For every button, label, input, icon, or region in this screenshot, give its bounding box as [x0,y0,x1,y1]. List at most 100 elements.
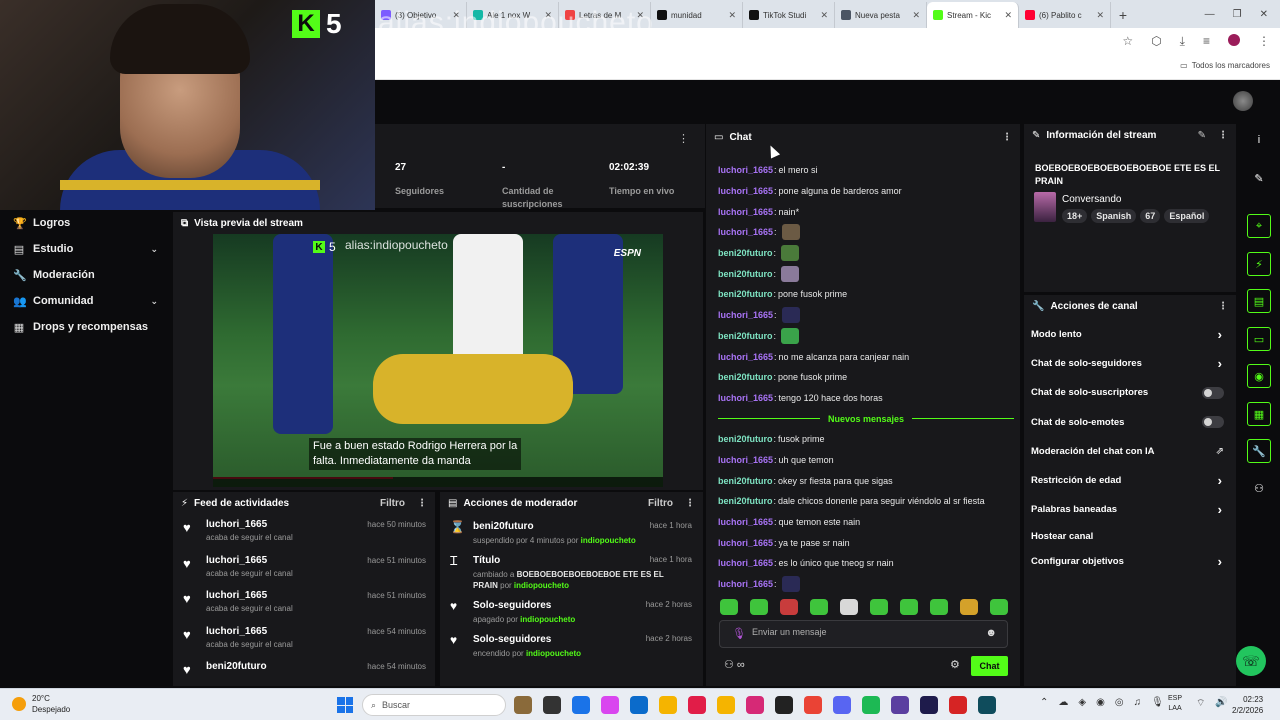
quick-emote-icon[interactable] [930,599,948,615]
quick-emote-icon[interactable] [870,599,888,615]
taskbar-app-icon[interactable] [891,696,909,714]
user-avatar[interactable] [1233,91,1253,111]
bolt-icon[interactable]: ⚡ [1247,252,1271,276]
browser-tab[interactable]: (6) Pablito c ✕ [1019,2,1111,28]
quick-emote-icon[interactable] [900,599,918,615]
mod-action-item[interactable]: ⌛ beni20futuro hace 1 hora suspendido por 4… [440,518,703,546]
help-chat-button[interactable]: ☏ [1236,646,1266,676]
feed-filter-button[interactable]: Filtro [380,498,405,509]
sidebar-item[interactable]: 👥 Comunidad ⌄ [0,288,170,314]
taskbar-app-icon[interactable] [804,696,822,714]
all-bookmarks-button[interactable]: ▭ Todos los marcadores [1180,61,1270,70]
taskbar-app-icon[interactable] [746,696,764,714]
chat-username[interactable]: luchori_1665 [718,310,773,320]
mod-action-moderator[interactable]: indiopoucheto [514,581,569,590]
taskbar-app-icon[interactable] [543,696,561,714]
external-link-icon[interactable]: ⇗ [1216,446,1224,457]
tab-close-icon[interactable]: ✕ [1096,10,1104,21]
users-icon[interactable]: ⚇ [1247,476,1271,500]
chat-icon[interactable]: ▭ [1247,327,1271,351]
chat-username[interactable]: beni20futuro [718,269,773,279]
tray-app-icon[interactable]: ◈ [1078,697,1086,708]
mod-action-item[interactable]: ♥ Solo-seguidores hace 2 horas encendido po… [440,631,703,659]
channel-action-item[interactable]: Modo lento › [1024,320,1236,349]
feed-item[interactable]: ♥ luchori_1665 acaba de seguir el canal hac… [173,585,435,621]
toggle-switch[interactable] [1202,416,1224,429]
chat-username[interactable]: luchori_1665 [718,352,773,362]
target-icon[interactable]: ⌖ [1247,214,1271,238]
feed-item[interactable]: ♥ luchori_1665 acaba de seguir el canal hac… [173,621,435,657]
info-icon[interactable]: i [1247,128,1271,152]
taskbar-app-icon[interactable] [514,696,532,714]
maximize-icon[interactable]: ❐ [1233,9,1242,20]
volume-icon[interactable]: 🔊 [1215,697,1227,710]
stream-tag[interactable]: 18+ [1062,209,1088,223]
chat-username[interactable]: beni20futuro [718,476,773,486]
quick-emote-icon[interactable] [720,599,738,615]
taskbar-app-icon[interactable] [688,696,706,714]
chat-username[interactable]: beni20futuro [718,434,773,444]
tray-app-icon[interactable]: ♫ [1134,697,1142,708]
menu-icon[interactable]: ⋮ [1258,34,1270,49]
tray-app-icon[interactable]: ☁ [1058,697,1068,708]
chevron-right-icon[interactable]: › [1218,473,1222,488]
chat-menu-icon[interactable]: ⋮ [1002,132,1012,143]
browser-tab[interactable]: munidad ✕ [651,2,743,28]
chat-username[interactable]: luchori_1665 [718,165,773,175]
quick-emote-icon[interactable] [990,599,1008,615]
new-tab-button[interactable]: + [1111,2,1135,28]
chat-username[interactable]: luchori_1665 [718,579,773,589]
taskbar-app-icon[interactable] [717,696,735,714]
taskbar-app-icon[interactable] [775,696,793,714]
quick-emote-icon[interactable] [960,599,978,615]
broadcast-icon[interactable]: ◉ [1247,364,1271,388]
chat-username[interactable]: beni20futuro [718,248,773,258]
tray-app-icon[interactable]: ◉ [1096,697,1105,708]
chat-users-icon[interactable]: ⚇ ∞ [724,658,745,671]
chat-username[interactable]: luchori_1665 [718,517,773,527]
taskbar-app-icon[interactable] [949,696,967,714]
browser-tab[interactable]: TikTok Studi ✕ [743,2,835,28]
channel-action-item[interactable]: Chat de solo-emotes [1024,408,1236,437]
chat-settings-icon[interactable]: ⚙ [950,658,960,671]
chat-message-input[interactable] [752,627,972,637]
channel-actions-menu-icon[interactable]: ⋮ [1218,301,1228,312]
download-icon[interactable]: ⤓ [1180,34,1185,49]
edit-stream-info-icon[interactable]: ✎ [1198,130,1206,141]
language-indicator[interactable]: ESP LAA [1168,694,1182,714]
feed-item[interactable]: ♥ beni20futuro hace 54 minutos [173,656,435,686]
mod-action-item[interactable]: Ꮖ Título hace 1 hora cambiado a BOEBOEBOEBO… [440,552,703,591]
edit-icon[interactable]: ✎ [1247,166,1271,190]
taskbar-app-icon[interactable] [833,696,851,714]
mod-action-item[interactable]: ♥ Solo-seguidores hace 2 horas apagado por … [440,597,703,625]
chat-username[interactable]: luchori_1665 [718,207,773,217]
channel-action-item[interactable]: Chat de solo-suscriptores [1024,378,1236,407]
sidebar-item[interactable]: 🔧 Moderación [0,262,170,288]
taskbar-app-icon[interactable] [601,696,619,714]
system-clock[interactable]: 02:23 2/2/2026 [1232,694,1263,716]
taskbar-app-icon[interactable] [862,696,880,714]
chat-username[interactable]: beni20futuro [718,289,773,299]
tab-close-icon[interactable]: ✕ [728,10,736,21]
channel-action-item[interactable]: Configurar objetivos › [1024,549,1236,574]
channel-action-item[interactable]: Palabras baneadas › [1024,495,1236,524]
feed-menu-icon[interactable]: ⋮ [417,498,427,509]
toggle-switch[interactable] [1202,386,1224,399]
bookmark-star-icon[interactable]: ☆ [1122,34,1133,49]
extensions-icon[interactable]: ⬡ [1151,34,1161,49]
stream-info-menu-icon[interactable]: ⋮ [1218,130,1228,141]
wrench-icon[interactable]: 🔧 [1247,439,1271,463]
video-controls-bar[interactable] [213,477,663,487]
tab-close-icon[interactable]: ✕ [912,10,920,21]
stream-tag[interactable]: 67 [1140,209,1161,223]
chat-username[interactable]: luchori_1665 [718,227,773,237]
channel-action-item[interactable]: Chat de solo-seguidores › [1024,349,1236,378]
chat-username[interactable]: beni20futuro [718,372,773,382]
chevron-right-icon[interactable]: › [1218,356,1222,371]
quick-emote-icon[interactable] [810,599,828,615]
mod-action-moderator[interactable]: indiopoucheto [581,536,636,545]
chevron-right-icon[interactable]: › [1218,554,1222,569]
sidebar-item[interactable]: ▦ Drops y recompensas [0,314,170,340]
chat-send-button[interactable]: Chat [971,656,1008,676]
feed-item[interactable]: ♥ luchori_1665 acaba de seguir el canal hac… [173,514,435,550]
